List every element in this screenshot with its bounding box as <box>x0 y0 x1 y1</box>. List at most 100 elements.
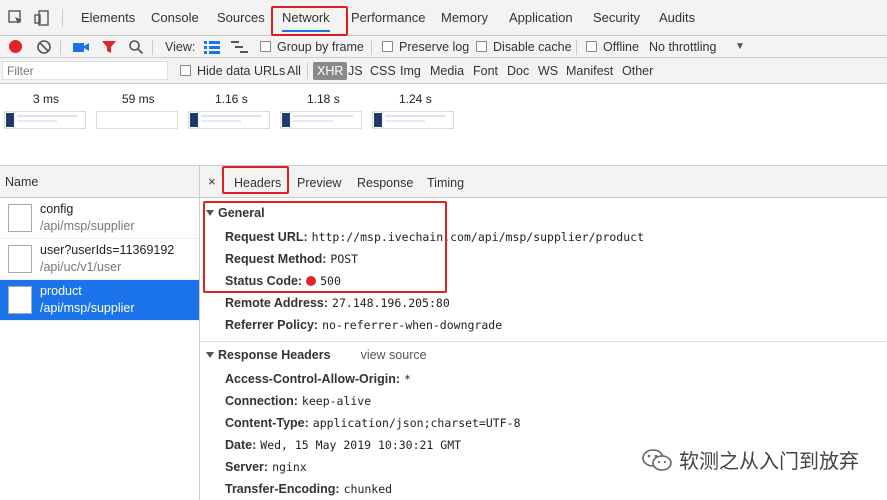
tab-network[interactable]: Network <box>282 0 330 36</box>
filter-type-media[interactable]: Media <box>430 58 464 84</box>
filter-icon[interactable] <box>101 40 117 58</box>
requests-panel: Name config /api/msp/supplier user?userI… <box>0 166 200 500</box>
filter-type-manifest[interactable]: Manifest <box>566 58 613 84</box>
response-headers-section-toggle[interactable]: Response Headers view source <box>206 348 427 362</box>
checkbox-icon <box>382 41 393 52</box>
group-by-frame-label: Group by frame <box>277 40 364 54</box>
tab-sources[interactable]: Sources <box>217 0 265 36</box>
offline-label: Offline <box>603 40 639 54</box>
filter-divider <box>307 63 308 79</box>
filter-bar: Hide data URLs All XHR JS CSS Img Media … <box>0 58 887 84</box>
tab-preview[interactable]: Preview <box>297 166 341 198</box>
request-url-value: http://msp.ivechain.com/api/msp/supplier… <box>311 230 644 244</box>
tab-application[interactable]: Application <box>509 0 573 36</box>
devtools-tab-bar: Elements Console Sources Network Perform… <box>0 0 887 36</box>
filter-type-css[interactable]: CSS <box>370 58 396 84</box>
filter-type-img[interactable]: Img <box>400 58 421 84</box>
view-label: View: <box>165 40 196 54</box>
document-icon <box>8 204 32 232</box>
screenshot-overview: 3 ms 59 ms 1.16 s 1.18 s 1.24 s <box>0 84 887 166</box>
request-row-selected[interactable]: product /api/msp/supplier <box>0 280 199 321</box>
general-title: General <box>218 206 265 220</box>
filter-type-xhr[interactable]: XHR <box>313 62 348 80</box>
header-value: Wed, 15 May 2019 10:30:21 GMT <box>260 438 462 452</box>
remote-address-value: 27.148.196.205:80 <box>332 296 450 310</box>
header-value: chunked <box>343 482 393 496</box>
tab-console[interactable]: Console <box>151 0 199 36</box>
checkbox-icon <box>260 41 271 52</box>
frame-time: 1.18 s <box>307 92 340 106</box>
hide-data-urls-checkbox[interactable]: Hide data URLs <box>180 58 285 84</box>
clear-icon[interactable] <box>36 39 52 58</box>
offline-checkbox[interactable]: Offline <box>586 36 639 58</box>
header-key: Server: <box>225 460 269 474</box>
status-code-value: 500 <box>320 274 341 288</box>
remote-address-key: Remote Address: <box>225 296 329 310</box>
tab-performance[interactable]: Performance <box>351 0 425 36</box>
header-key: Content-Type: <box>225 416 309 430</box>
response-header-row: Connection: keep-alive <box>225 394 371 408</box>
throttling-select[interactable]: No throttling <box>649 36 716 58</box>
hide-data-urls-label: Hide data URLs <box>197 64 286 78</box>
filter-input[interactable] <box>2 61 168 80</box>
screenshot-thumbnail[interactable] <box>96 111 178 129</box>
request-row[interactable]: config /api/msp/supplier <box>0 198 199 239</box>
screenshot-thumbnail[interactable] <box>280 111 362 129</box>
screenshot-thumbnail[interactable] <box>188 111 270 129</box>
detail-tab-bar: × Headers Preview Response Timing <box>200 166 887 198</box>
screenshot-thumbnail[interactable] <box>372 111 454 129</box>
toolbar-divider <box>152 40 153 55</box>
disable-cache-checkbox[interactable]: Disable cache <box>476 36 572 58</box>
general-section-toggle[interactable]: General <box>206 206 265 220</box>
tab-memory[interactable]: Memory <box>441 0 488 36</box>
header-value: nginx <box>272 460 307 474</box>
record-icon[interactable] <box>9 40 22 53</box>
header-value: application/json;charset=UTF-8 <box>312 416 521 430</box>
frame-time: 1.24 s <box>399 92 432 106</box>
checkbox-icon <box>476 41 487 52</box>
group-by-frame-checkbox[interactable]: Group by frame <box>260 36 364 58</box>
name-column-header[interactable]: Name <box>0 166 199 198</box>
header-key: Transfer-Encoding: <box>225 482 340 496</box>
filter-type-doc[interactable]: Doc <box>507 58 529 84</box>
filter-type-font[interactable]: Font <box>473 58 498 84</box>
tab-security[interactable]: Security <box>593 0 640 36</box>
throttling-value: No throttling <box>649 40 717 54</box>
capture-screenshots-icon[interactable] <box>72 40 90 57</box>
overview-waterfall-icon[interactable] <box>231 40 249 57</box>
screenshot-thumbnail[interactable] <box>4 111 86 129</box>
chevron-down-icon[interactable]: ▼ <box>735 36 745 58</box>
tab-response[interactable]: Response <box>357 166 413 198</box>
search-icon[interactable] <box>128 39 144 58</box>
response-headers-title: Response Headers <box>218 348 331 362</box>
request-method-value: POST <box>330 252 359 266</box>
tab-timing[interactable]: Timing <box>427 166 464 198</box>
tab-headers[interactable]: Headers <box>234 166 281 198</box>
request-path: /api/msp/supplier <box>40 301 135 315</box>
device-toolbar-icon[interactable] <box>30 7 54 29</box>
checkbox-icon <box>180 65 191 76</box>
section-divider <box>200 341 887 342</box>
filter-type-js[interactable]: JS <box>348 58 363 84</box>
tab-elements[interactable]: Elements <box>81 0 135 36</box>
view-source-link[interactable]: view source <box>361 348 427 362</box>
triangle-down-icon <box>206 210 214 216</box>
filter-type-ws[interactable]: WS <box>538 58 558 84</box>
filter-type-all[interactable]: All <box>287 58 301 84</box>
close-icon[interactable]: × <box>208 166 216 198</box>
header-key: Date: <box>225 438 257 452</box>
tab-audits[interactable]: Audits <box>659 0 695 36</box>
watermark: 软测之从入门到放弃 <box>641 445 859 474</box>
request-name: user?userIds=11369192 <box>40 243 175 257</box>
watermark-text: 软测之从入门到放弃 <box>679 451 859 473</box>
request-row[interactable]: user?userIds=11369192 /api/uc/v1/user <box>0 239 199 280</box>
status-error-icon <box>306 276 317 286</box>
preserve-log-checkbox[interactable]: Preserve log <box>382 36 469 58</box>
response-header-row: Access-Control-Allow-Origin: * <box>225 372 411 386</box>
filter-type-other[interactable]: Other <box>622 58 653 84</box>
inspect-element-icon[interactable] <box>4 7 28 29</box>
response-header-row: Server: nginx <box>225 460 307 474</box>
large-request-rows-icon[interactable] <box>204 40 220 57</box>
header-value: * <box>404 372 411 386</box>
document-icon <box>8 286 32 314</box>
